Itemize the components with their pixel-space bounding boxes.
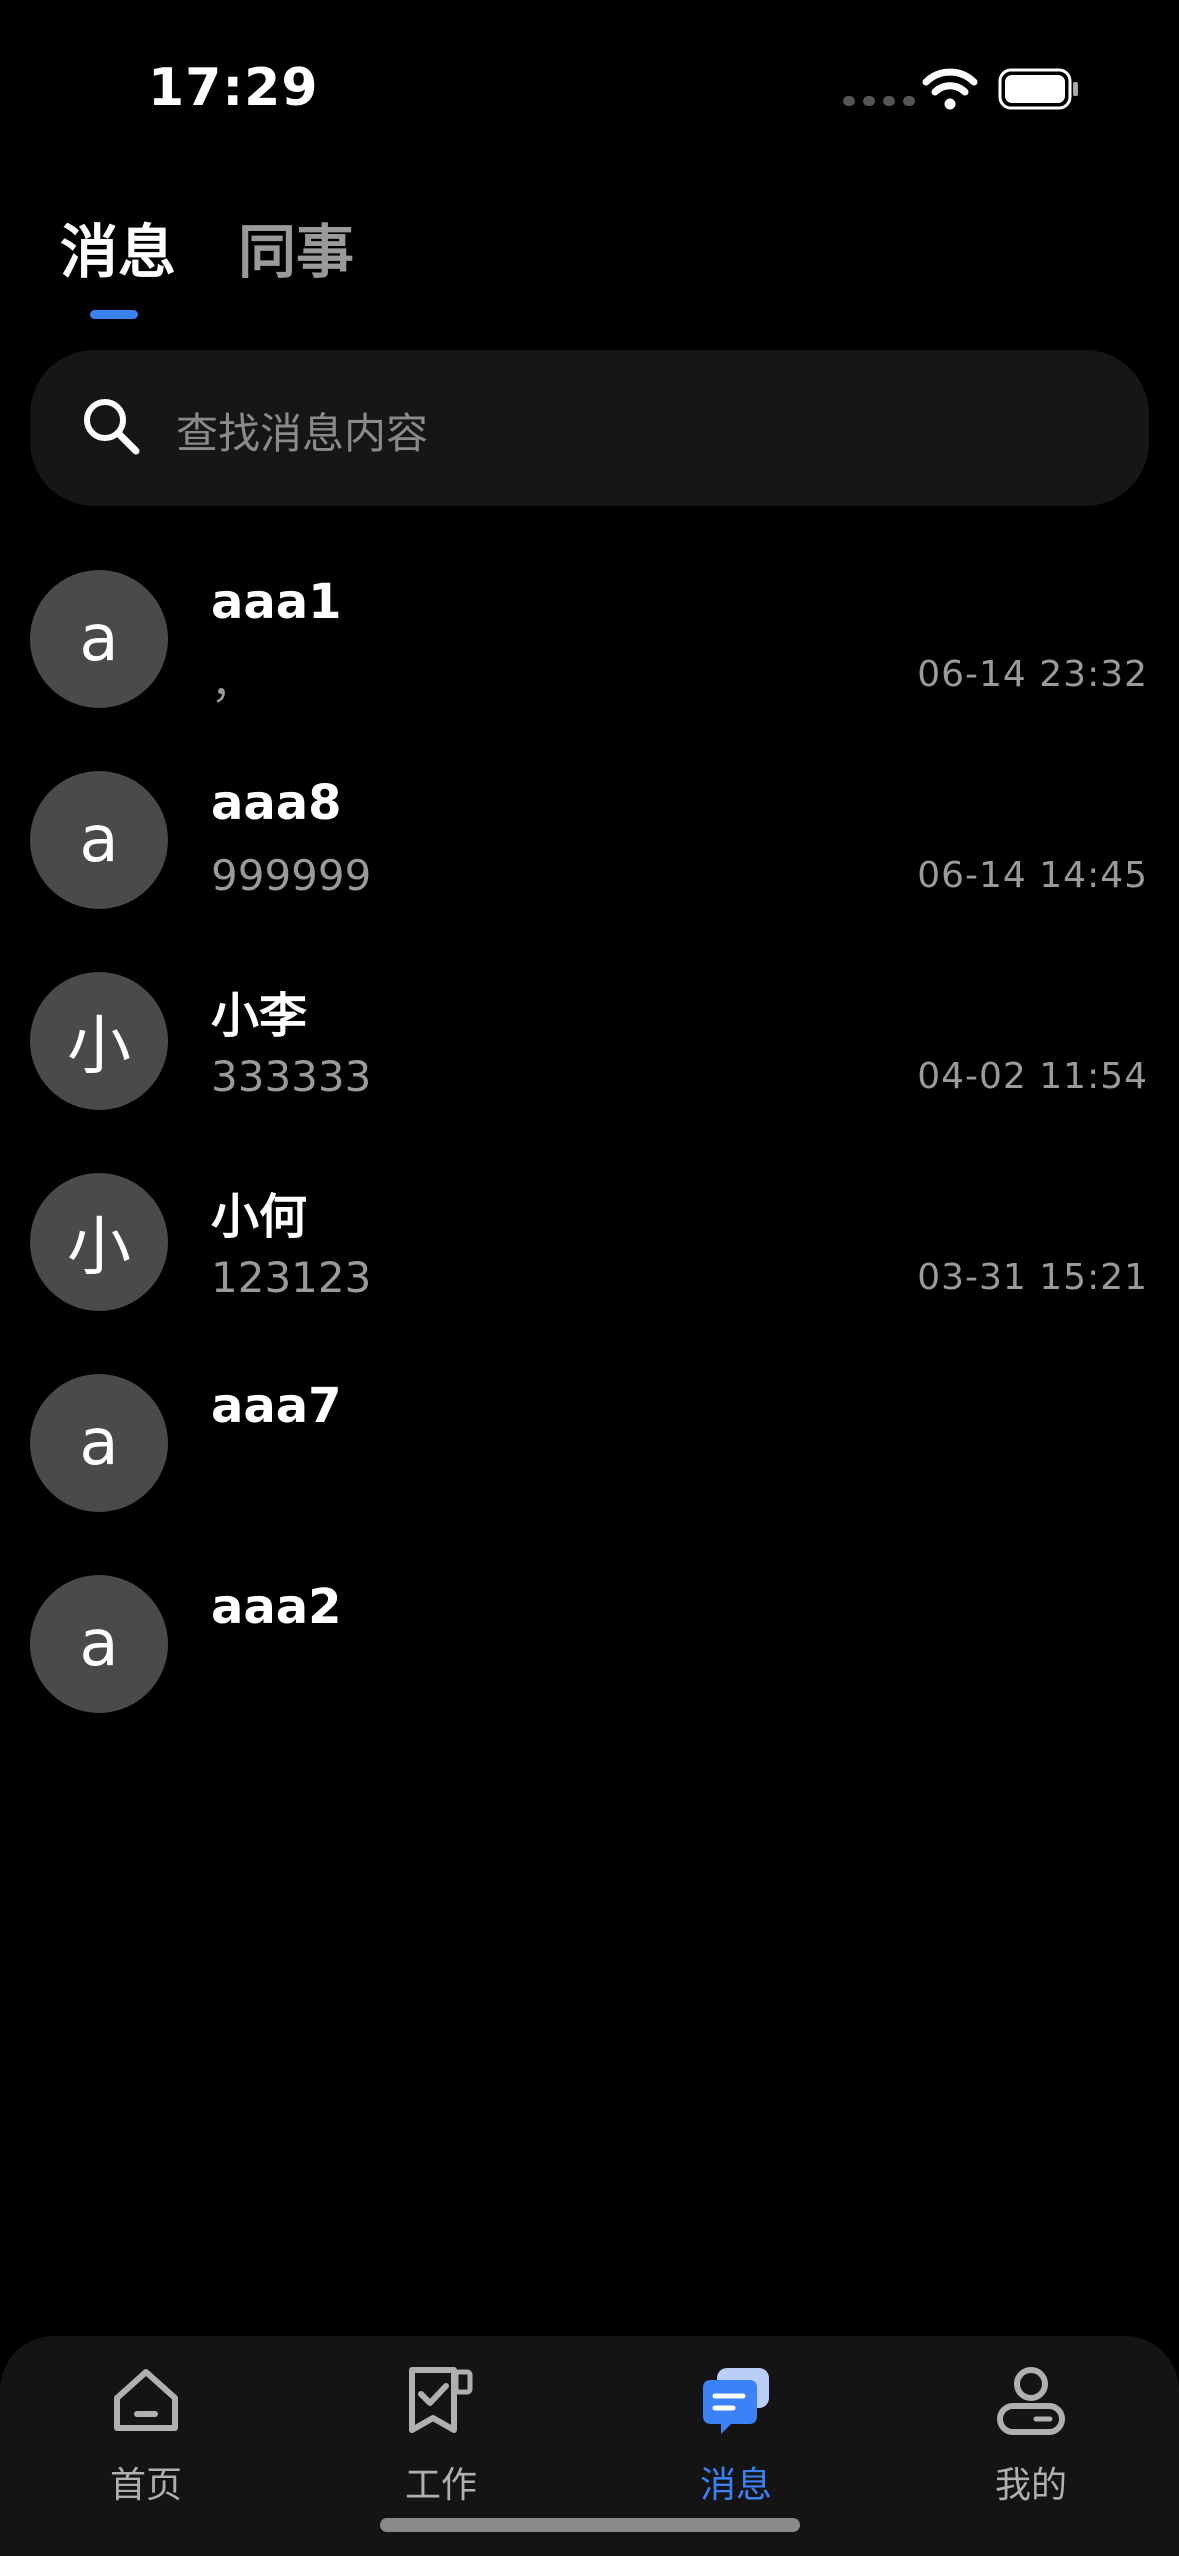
- nav-work-label: 工作: [404, 2465, 477, 2506]
- conversation-list: a aaa1 ， 06-14 23:32 a aaa8 999999 06-14…: [0, 560, 1179, 1766]
- contact-name: aaa8: [211, 775, 342, 831]
- contact-name: aaa1: [211, 574, 342, 630]
- status-time: 17:29: [148, 58, 319, 118]
- nav-profile[interactable]: 我的: [941, 2364, 1121, 2508]
- top-tabs: 消息 同事: [60, 205, 354, 289]
- message-time: 04-02 11:54: [917, 1056, 1148, 1097]
- battery-icon: [998, 68, 1078, 110]
- nav-messages-label: 消息: [699, 2465, 772, 2506]
- tab-messages[interactable]: 消息: [60, 205, 176, 289]
- message-time: 06-14 14:45: [917, 855, 1148, 896]
- wifi-icon: [922, 68, 978, 110]
- avatar: 小: [30, 1173, 168, 1311]
- avatar: 小: [30, 972, 168, 1110]
- active-tab-indicator: [90, 310, 138, 319]
- message-preview: 123123: [211, 1253, 372, 1302]
- search-bar[interactable]: 查找消息内容: [30, 350, 1149, 506]
- list-item[interactable]: a aaa1 ， 06-14 23:32: [0, 560, 1179, 761]
- avatar: a: [30, 771, 168, 909]
- message-time: 06-14 23:32: [917, 654, 1148, 695]
- search-input[interactable]: 查找消息内容: [176, 400, 428, 461]
- profile-icon: [997, 2367, 1065, 2435]
- nav-profile-label: 我的: [994, 2465, 1067, 2506]
- search-icon: [84, 399, 140, 455]
- nav-work[interactable]: 工作: [351, 2364, 531, 2508]
- message-preview: 999999: [211, 851, 372, 900]
- nav-home[interactable]: 首页: [56, 2364, 236, 2508]
- work-icon: [409, 2367, 473, 2433]
- list-item[interactable]: a aaa8 999999 06-14 14:45: [0, 761, 1179, 962]
- message-preview: ，: [211, 659, 254, 708]
- contact-name: 小何: [211, 1189, 308, 1245]
- message-time: 03-31 15:21: [917, 1257, 1148, 1298]
- home-icon: [114, 2369, 178, 2431]
- contact-name: aaa2: [211, 1579, 342, 1635]
- avatar: a: [30, 1575, 168, 1713]
- list-item[interactable]: a aaa7: [0, 1364, 1179, 1565]
- avatar: a: [30, 1374, 168, 1512]
- tab-colleagues[interactable]: 同事: [238, 205, 354, 289]
- nav-messages[interactable]: 消息: [646, 2364, 826, 2508]
- avatar: a: [30, 570, 168, 708]
- contact-name: 小李: [211, 988, 308, 1044]
- message-icon: [703, 2368, 769, 2434]
- home-indicator: [380, 2518, 800, 2532]
- list-item[interactable]: 小 小何 123123 03-31 15:21: [0, 1163, 1179, 1364]
- message-preview: 333333: [211, 1052, 372, 1101]
- list-item[interactable]: 小 小李 333333 04-02 11:54: [0, 962, 1179, 1163]
- list-item[interactable]: a aaa2: [0, 1565, 1179, 1766]
- contact-name: aaa7: [211, 1378, 342, 1434]
- status-bar: 17:29: [0, 0, 1179, 180]
- nav-home-label: 首页: [109, 2465, 182, 2506]
- cellular-signal-icon: [843, 96, 915, 106]
